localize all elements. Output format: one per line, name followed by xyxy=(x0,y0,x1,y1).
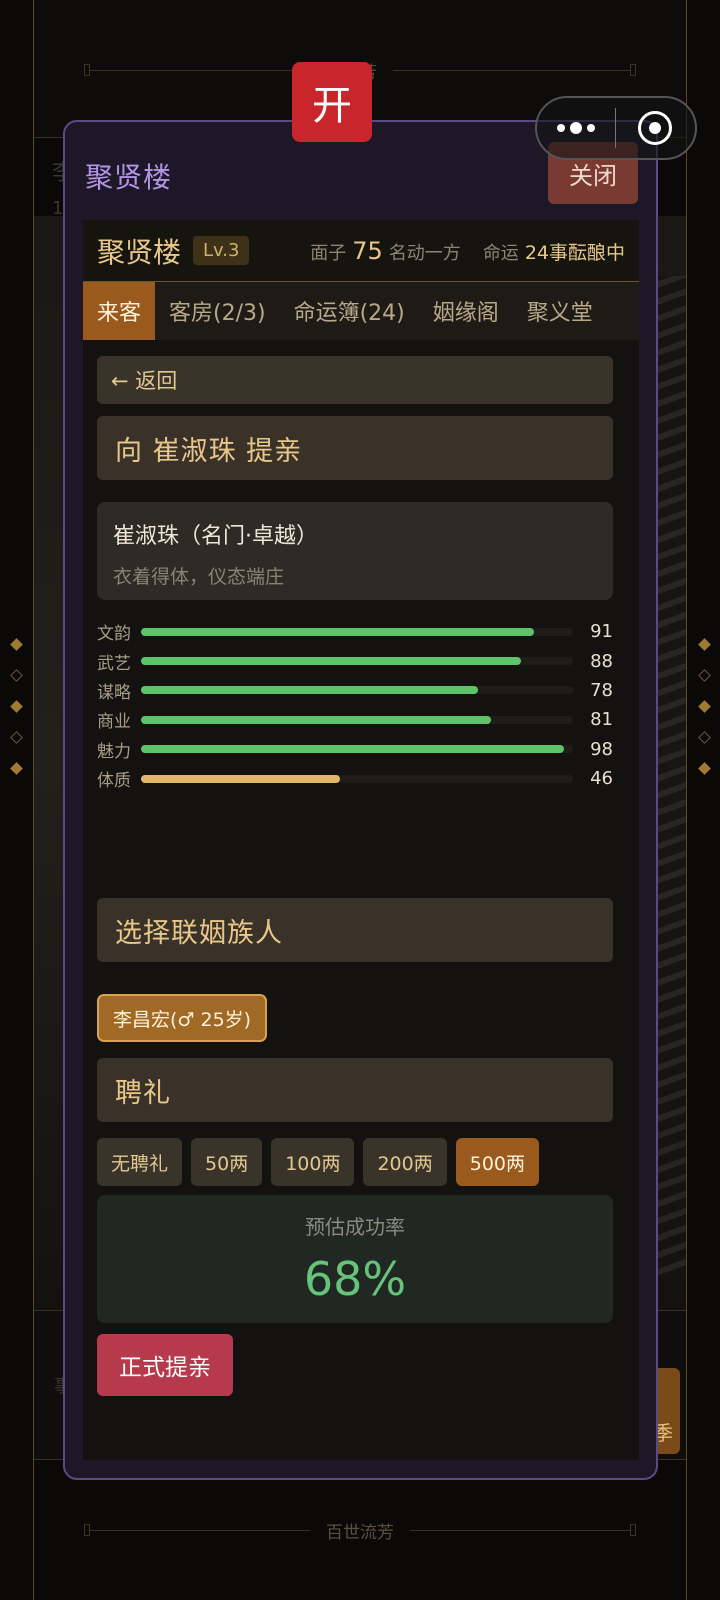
attribute-bar-fill xyxy=(141,657,522,666)
back-button[interactable]: ← 返回 xyxy=(97,356,613,404)
attribute-value: 88 xyxy=(590,650,613,672)
attribute-bar-fill xyxy=(141,774,340,783)
attribute-row: 商业 81 xyxy=(97,705,613,734)
exit-target-icon[interactable] xyxy=(616,111,696,145)
tab-loyalty-hall[interactable]: 聚义堂 xyxy=(513,282,607,340)
success-rate-caption: 预估成功率 xyxy=(305,1215,405,1239)
tab-marriage-pavilion[interactable]: 姻缘阁 xyxy=(419,282,513,340)
attribute-bar-track xyxy=(141,745,573,754)
attribute-label: 魅力 xyxy=(97,741,131,762)
fate-label: 命运 xyxy=(482,242,519,264)
attribute-bar-fill xyxy=(141,715,491,724)
selected-member-chip[interactable]: 李昌宏(♂ 25岁) xyxy=(97,994,268,1042)
screen: 流芳 李 1 事 季 百世流芳 聚贤楼 关闭 聚贤楼 Lv.3 面子 75 名动… xyxy=(0,0,720,1600)
attribute-value: 78 xyxy=(590,679,613,701)
attribute-label: 体质 xyxy=(97,771,131,792)
attribute-value: 46 xyxy=(590,768,613,790)
propose-title: 向 崔淑珠 提亲 xyxy=(97,416,613,480)
attribute-bar-fill xyxy=(141,627,535,636)
gift-option-button[interactable]: 50两 xyxy=(191,1138,263,1186)
gift-option-button[interactable]: 100两 xyxy=(271,1138,355,1186)
attribute-row: 魅力 98 xyxy=(97,735,613,764)
attribute-row: 武艺 88 xyxy=(97,646,613,675)
attribute-list: 文韵 91 武艺 88 谋略 78 商业 81 魅力 98 体质 46 xyxy=(97,617,613,793)
attribute-label: 谋略 xyxy=(97,682,131,703)
attribute-row: 文韵 91 xyxy=(97,617,613,646)
attribute-label: 商业 xyxy=(97,712,131,733)
attribute-label: 文韵 xyxy=(97,624,131,645)
gift-option-button[interactable]: 500两 xyxy=(455,1138,539,1186)
tab-guests[interactable]: 来客 xyxy=(83,282,156,340)
attribute-value: 98 xyxy=(590,738,613,760)
miniprogram-capsule xyxy=(535,96,697,160)
attribute-row: 谋略 78 xyxy=(97,676,613,705)
face-rank: 名动一方 xyxy=(388,242,461,264)
building-header: 聚贤楼 Lv.3 面子 75 名动一方 命运 24事酝酿中 xyxy=(83,220,639,282)
background-bottom-title: 百世流芳 xyxy=(326,1522,394,1543)
building-stats: 面子 75 名动一方 命运 24事酝酿中 xyxy=(310,237,625,265)
gift-options: 无聘礼 50两 100两 200两 500两 xyxy=(97,1138,539,1186)
fate-value: 24事酝酿中 xyxy=(524,241,625,264)
more-menu-icon[interactable] xyxy=(537,122,615,134)
tab-rooms[interactable]: 客房(2/3) xyxy=(155,282,280,340)
attribute-label: 武艺 xyxy=(97,653,131,674)
attribute-row: 体质 46 xyxy=(97,764,613,793)
attribute-bar-track xyxy=(141,774,573,783)
building-name: 聚贤楼 xyxy=(97,235,182,269)
candidate-name: 崔淑珠（名门·卓越） xyxy=(113,524,318,549)
modal-title: 聚贤楼 xyxy=(85,161,173,194)
attribute-bar-track xyxy=(141,627,573,636)
success-rate-panel: 预估成功率 68% xyxy=(97,1195,613,1323)
attribute-bar-track xyxy=(141,715,573,724)
frame-border-right xyxy=(686,0,687,1600)
side-decoration-left xyxy=(6,638,26,775)
attribute-bar-fill xyxy=(141,745,565,754)
tab-bar: 来客 客房(2/3) 命运簿(24) 姻缘阁 聚义堂 xyxy=(83,282,639,340)
attribute-value: 81 xyxy=(590,709,613,731)
open-badge[interactable]: 开 xyxy=(292,62,372,142)
gift-title: 聘礼 xyxy=(97,1058,613,1122)
attribute-value: 91 xyxy=(590,621,613,643)
face-label: 面子 xyxy=(310,242,347,264)
gift-option-button[interactable]: 无聘礼 xyxy=(97,1138,183,1186)
select-member-title: 选择联姻族人 xyxy=(97,898,613,962)
attribute-bar-track xyxy=(141,686,573,695)
gift-option-button[interactable]: 200两 xyxy=(363,1138,447,1186)
building-modal: 聚贤楼 关闭 聚贤楼 Lv.3 面子 75 名动一方 命运 24事酝酿中 来客 … xyxy=(63,120,658,1480)
background-bottom-ornament: 百世流芳 xyxy=(84,1523,636,1543)
modal-content-panel: 聚贤楼 Lv.3 面子 75 名动一方 命运 24事酝酿中 来客 客房(2/3)… xyxy=(83,220,639,1460)
building-level-badge: Lv.3 xyxy=(193,236,250,265)
candidate-description: 衣着得体，仪态端庄 xyxy=(113,566,285,588)
tab-fate-book[interactable]: 命运簿(24) xyxy=(280,282,419,340)
candidate-card: 崔淑珠（名门·卓越） 衣着得体，仪态端庄 xyxy=(97,502,613,600)
face-value: 75 xyxy=(352,236,383,265)
attribute-bar-track xyxy=(141,657,573,666)
success-rate-value: 68% xyxy=(303,1252,407,1306)
side-decoration-right xyxy=(694,638,714,775)
propose-button[interactable]: 正式提亲 xyxy=(97,1334,233,1396)
attribute-bar-fill xyxy=(141,686,478,695)
